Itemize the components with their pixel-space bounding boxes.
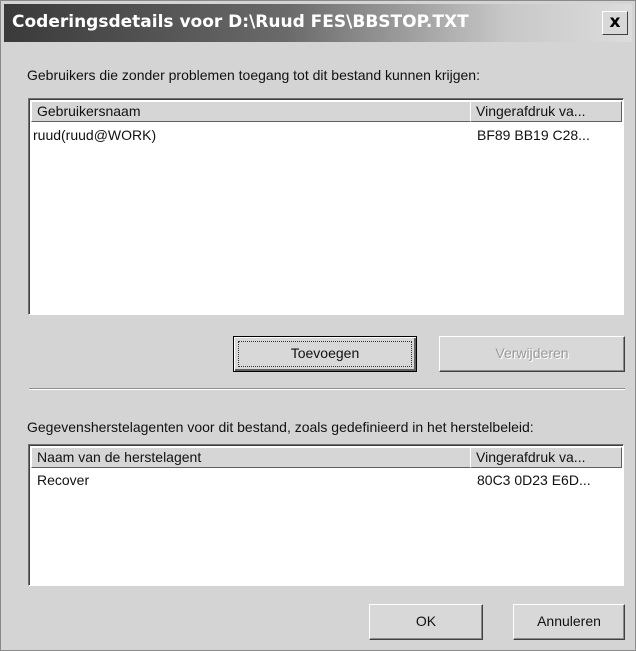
users-list[interactable]: Gebruikersnaam Vingerafdruk va... ruud(r…: [28, 98, 624, 315]
encryption-details-dialog: Coderingsdetails voor D:\Ruud FES\BBSTOP…: [0, 0, 636, 651]
remove-button[interactable]: Verwijderen: [439, 336, 625, 372]
agent-name-cell: Recover: [37, 472, 90, 488]
cancel-button[interactable]: Annuleren: [513, 604, 625, 640]
column-header-thumbprint[interactable]: Vingerafdruk va...: [470, 447, 622, 468]
window-title: Coderingsdetails voor D:\Ruud FES\BBSTOP…: [12, 12, 469, 32]
recovery-section-label: Gegevensherstelagenten voor dit bestand,…: [27, 419, 534, 435]
agent-thumbprint-cell: 80C3 0D23 E6D...: [477, 472, 591, 488]
column-header-agent-name[interactable]: Naam van de herstelagent: [31, 447, 471, 468]
users-section-label: Gebruikers die zonder problemen toegang …: [27, 67, 480, 83]
recovery-list-header: Naam van de herstelagent Vingerafdruk va…: [31, 447, 622, 468]
title-bar[interactable]: Coderingsdetails voor D:\Ruud FES\BBSTOP…: [4, 4, 632, 42]
list-item[interactable]: Recover 80C3 0D23 E6D...: [31, 470, 621, 490]
close-icon: x: [609, 12, 621, 32]
remove-button-label: Verwijderen: [495, 345, 569, 361]
users-list-header: Gebruikersnaam Vingerafdruk va...: [31, 101, 622, 122]
focus-rectangle: [238, 341, 412, 367]
cancel-button-label: Annuleren: [537, 613, 601, 629]
column-header-username[interactable]: Gebruikersnaam: [31, 101, 471, 122]
recovery-agents-list[interactable]: Naam van de herstelagent Vingerafdruk va…: [28, 444, 624, 586]
add-button[interactable]: Toevoegen: [233, 336, 417, 372]
close-button[interactable]: x: [602, 11, 628, 35]
user-thumbprint-cell: BF89 BB19 C28...: [477, 127, 590, 143]
ok-button-label: OK: [415, 613, 437, 629]
column-header-thumbprint[interactable]: Vingerafdruk va...: [470, 101, 622, 122]
list-item[interactable]: ruud(ruud@WORK) BF89 BB19 C28...: [31, 125, 621, 145]
user-name-cell: ruud(ruud@WORK): [33, 127, 157, 143]
ok-button[interactable]: OK: [369, 604, 483, 640]
section-divider: [29, 388, 625, 390]
